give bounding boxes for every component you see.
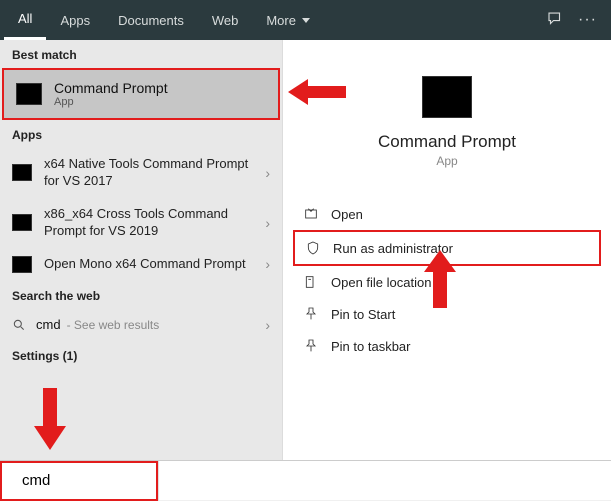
feedback-icon[interactable] <box>546 10 564 31</box>
tab-more[interactable]: More <box>252 0 324 40</box>
search-filter-tabs: All Apps Documents Web More ··· <box>0 0 611 40</box>
pin-icon <box>303 306 319 322</box>
taskbar-remainder <box>158 461 611 501</box>
best-match-title: Command Prompt <box>54 80 168 96</box>
best-match-subtitle: App <box>54 96 168 108</box>
search-box[interactable] <box>0 461 158 501</box>
folder-icon <box>303 274 319 290</box>
chevron-right-icon: › <box>259 165 270 181</box>
apps-label: Apps <box>0 120 282 148</box>
action-open[interactable]: Open <box>293 198 601 230</box>
cmd-icon <box>12 214 32 231</box>
chevron-right-icon: › <box>259 256 270 272</box>
pin-icon <box>303 338 319 354</box>
tab-documents[interactable]: Documents <box>104 0 198 40</box>
tab-web[interactable]: Web <box>198 0 253 40</box>
tab-apps[interactable]: Apps <box>46 0 104 40</box>
tab-all[interactable]: All <box>4 0 46 40</box>
more-options-icon[interactable]: ··· <box>578 11 597 29</box>
search-icon <box>12 318 26 332</box>
action-pin-taskbar[interactable]: Pin to taskbar <box>293 330 601 362</box>
preview-app-icon <box>422 76 472 118</box>
cmd-icon <box>12 256 32 273</box>
taskbar-search <box>0 460 611 500</box>
annotation-arrow <box>30 388 70 450</box>
web-result[interactable]: cmd - See web results › <box>0 309 282 341</box>
app-result-0[interactable]: x64 Native Tools Command Prompt for VS 2… <box>0 148 282 198</box>
chevron-right-icon: › <box>259 317 270 333</box>
search-web-label: Search the web <box>0 281 282 309</box>
chevron-right-icon: › <box>259 215 270 231</box>
best-match-item[interactable]: Command Prompt App <box>2 68 280 120</box>
cmd-icon <box>12 164 32 181</box>
preview-title: Command Prompt <box>293 132 601 152</box>
best-match-label: Best match <box>0 40 282 68</box>
preview-subtitle: App <box>293 154 601 168</box>
app-result-1[interactable]: x86_x64 Cross Tools Command Prompt for V… <box>0 198 282 248</box>
cmd-icon <box>16 83 42 105</box>
annotation-arrow <box>288 75 346 109</box>
admin-shield-icon <box>305 240 321 256</box>
open-icon <box>303 206 319 222</box>
settings-label: Settings (1) <box>0 341 282 369</box>
annotation-arrow <box>420 250 460 308</box>
app-result-2[interactable]: Open Mono x64 Command Prompt › <box>0 248 282 281</box>
